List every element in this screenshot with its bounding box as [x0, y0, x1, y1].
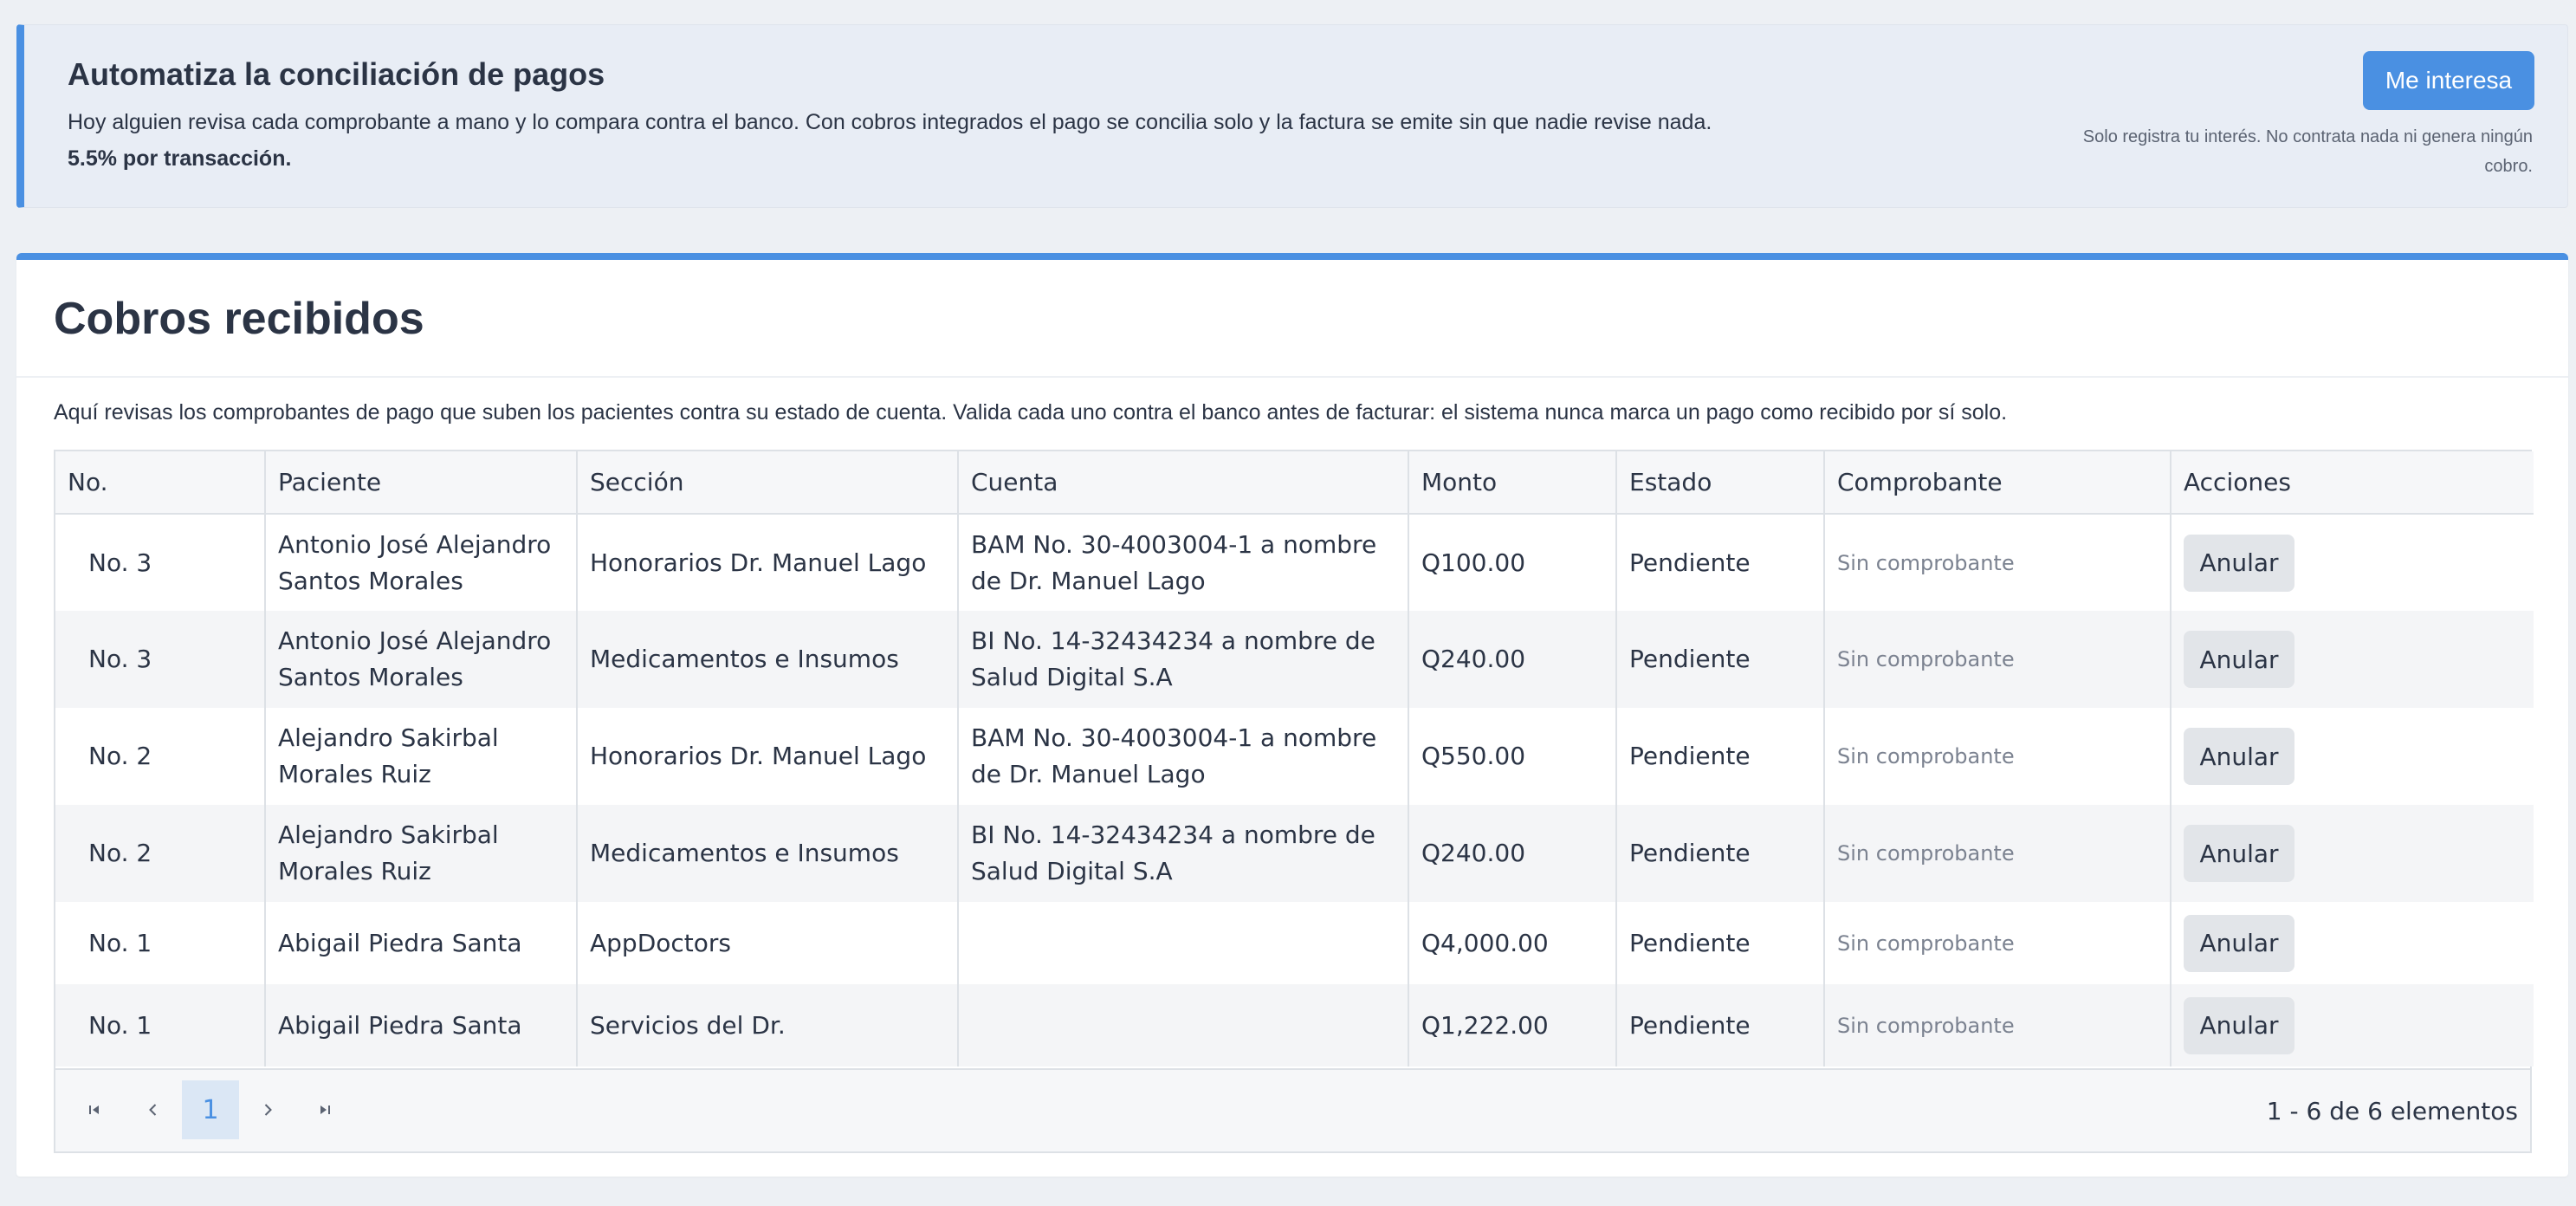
cell-patient: Alejandro Sakirbal Morales Ruiz [265, 805, 578, 902]
promo-price: 5.5% por transacción. [68, 146, 292, 171]
table-header-row: No. Paciente Sección Cuenta Monto Estado… [55, 451, 2534, 514]
cell-actions: Anular [2171, 514, 2534, 611]
cell-patient: Alejandro Sakirbal Morales Ruiz [265, 708, 578, 805]
pager: 1 1 - 6 de 6 elementos [55, 1068, 2530, 1151]
cell-voucher: Sin comprobante [1824, 611, 2171, 708]
cell-actions: Anular [2171, 708, 2534, 805]
cell-voucher: Sin comprobante [1824, 805, 2171, 902]
cell-account [958, 984, 1409, 1067]
cell-section: Honorarios Dr. Manuel Lago [577, 708, 959, 805]
column-header-amount[interactable]: Monto [1408, 451, 1617, 514]
promo-text: Hoy alguien revisa cada comprobante a ma… [68, 110, 1712, 134]
chevron-left-icon [149, 1104, 157, 1116]
column-header-no[interactable]: No. [55, 451, 266, 514]
first-page-icon [89, 1106, 99, 1114]
payments-table: No. Paciente Sección Cuenta Monto Estado… [55, 451, 2534, 1067]
cell-voucher: Sin comprobante [1824, 514, 2171, 611]
payments-grid: No. Paciente Sección Cuenta Monto Estado… [54, 450, 2534, 1153]
cell-status: Pendiente [1616, 708, 1825, 805]
cell-voucher: Sin comprobante [1824, 708, 2171, 805]
table-row[interactable]: No. 2 Alejandro Sakirbal Morales Ruiz Me… [55, 805, 2534, 902]
cell-amount: Q240.00 [1408, 611, 1617, 708]
column-header-voucher[interactable]: Comprobante [1824, 451, 2171, 514]
cell-section: AppDoctors [577, 902, 959, 984]
page-title: Cobros recibidos [54, 294, 424, 344]
void-button[interactable]: Anular [2184, 825, 2294, 882]
void-button[interactable]: Anular [2184, 914, 2294, 972]
table-row[interactable]: No. 1 Abigail Piedra Santa AppDoctors Q4… [55, 902, 2534, 984]
previous-page-button[interactable] [125, 1080, 182, 1139]
column-header-patient[interactable]: Paciente [265, 451, 578, 514]
cell-no: No. 3 [55, 514, 266, 611]
cell-patient: Antonio José Alejandro Santos Morales [265, 611, 578, 708]
void-button[interactable]: Anular [2184, 534, 2294, 592]
payments-card: Cobros recibidos Aquí revisas los compro… [16, 253, 2568, 1177]
promo-banner: Automatiza la conciliación de pagos Hoy … [16, 24, 2568, 208]
table-row[interactable]: No. 1 Abigail Piedra Santa Servicios del… [55, 984, 2534, 1067]
cell-no: No. 2 [55, 805, 266, 902]
cell-section: Medicamentos e Insumos [577, 611, 959, 708]
cell-actions: Anular [2171, 902, 2534, 984]
cell-status: Pendiente [1616, 984, 1825, 1067]
chevron-right-icon [264, 1104, 272, 1116]
table-row[interactable]: No. 3 Antonio José Alejandro Santos Mora… [55, 514, 2534, 611]
column-header-actions: Acciones [2184, 467, 2291, 496]
cell-patient: Antonio José Alejandro Santos Morales [265, 514, 578, 611]
cell-actions: Anular [2171, 984, 2534, 1067]
cell-amount: Q550.00 [1408, 708, 1617, 805]
cell-account: BAM No. 30-4003004-1 a nombre de Dr. Man… [958, 514, 1409, 611]
cell-account [958, 902, 1409, 984]
table-row[interactable]: No. 3 Antonio José Alejandro Santos Mora… [55, 611, 2534, 708]
cell-status: Pendiente [1616, 805, 1825, 902]
cell-section: Honorarios Dr. Manuel Lago [577, 514, 959, 611]
cell-patient: Abigail Piedra Santa [265, 984, 578, 1067]
cell-no: No. 1 [55, 902, 266, 984]
table-row[interactable]: No. 2 Alejandro Sakirbal Morales Ruiz Ho… [55, 708, 2534, 805]
cell-patient: Abigail Piedra Santa [265, 902, 578, 984]
cell-voucher: Sin comprobante [1824, 902, 2171, 984]
promo-title: Automatiza la conciliación de pagos [68, 56, 605, 92]
next-page-button[interactable] [239, 1080, 296, 1139]
cell-account: BI No. 14-32434234 a nombre de Salud Dig… [958, 611, 1409, 708]
cell-voucher: Sin comprobante [1824, 984, 2171, 1067]
void-button[interactable]: Anular [2184, 728, 2294, 785]
cell-account: BI No. 14-32434234 a nombre de Salud Dig… [958, 805, 1409, 902]
card-header: Cobros recibidos [16, 260, 2568, 378]
interest-note: Solo registra tu interés. No contrata na… [2082, 127, 2533, 176]
void-button[interactable]: Anular [2184, 996, 2294, 1054]
column-header-section[interactable]: Sección [577, 451, 959, 514]
void-button[interactable]: Anular [2184, 631, 2294, 688]
cell-status: Pendiente [1616, 902, 1825, 984]
cell-status: Pendiente [1616, 514, 1825, 611]
cell-amount: Q4,000.00 [1408, 902, 1617, 984]
cell-no: No. 3 [55, 611, 266, 708]
cell-actions: Anular [2171, 611, 2534, 708]
cell-account: BAM No. 30-4003004-1 a nombre de Dr. Man… [958, 708, 1409, 805]
cell-no: No. 2 [55, 708, 266, 805]
cell-section: Medicamentos e Insumos [577, 805, 959, 902]
cell-amount: Q240.00 [1408, 805, 1617, 902]
interest-button[interactable]: Me interesa [2363, 51, 2534, 110]
pager-info: 1 - 6 de 6 elementos [2266, 1097, 2518, 1125]
page: Automatiza la conciliación de pagos Hoy … [0, 0, 2576, 1206]
column-header-account[interactable]: Cuenta [958, 451, 1409, 514]
column-header-status[interactable]: Estado [1616, 451, 1825, 514]
cell-no: No. 1 [55, 984, 266, 1067]
cell-amount: Q1,222.00 [1408, 984, 1617, 1067]
last-page-icon [320, 1106, 330, 1114]
cell-actions: Anular [2171, 805, 2534, 902]
first-page-button[interactable] [66, 1080, 123, 1139]
page-number-button[interactable]: 1 [182, 1080, 239, 1139]
last-page-button[interactable] [296, 1080, 353, 1139]
cell-status: Pendiente [1616, 611, 1825, 708]
cell-amount: Q100.00 [1408, 514, 1617, 611]
cell-section: Servicios del Dr. [577, 984, 959, 1067]
page-description: Aquí revisas los comprobantes de pago qu… [54, 400, 2008, 425]
